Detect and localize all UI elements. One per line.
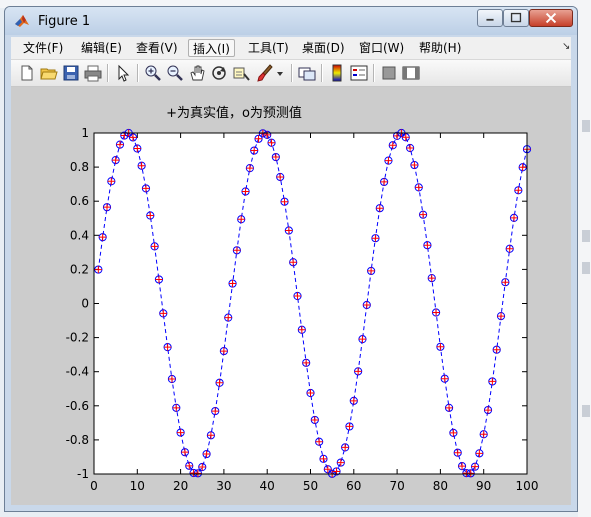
link-plot-icon[interactable] xyxy=(297,63,317,83)
figure-canvas: +为真实值，o为预测值 0 10 20 30 40 50 60 70 80 90 100 1 0.8 0.… xyxy=(11,87,571,505)
x-tick-label: 0 xyxy=(90,479,98,493)
menu-desktop[interactable]: 桌面(D) xyxy=(298,39,349,57)
close-icon xyxy=(545,12,557,24)
y-tick-label: 0.4 xyxy=(70,228,89,242)
menu-window[interactable]: 窗口(W) xyxy=(355,39,408,57)
show-plot-tools-icon[interactable] xyxy=(401,63,421,83)
hide-plot-tools-icon[interactable] xyxy=(379,63,399,83)
maximize-button[interactable] xyxy=(503,9,529,27)
x-tick-label: 40 xyxy=(260,479,275,493)
y-tick-label: 0 xyxy=(81,297,89,311)
figure-window: Figure 1 文件(F) 编辑(E) 查看(V) 插入(I) 工具(T) 桌… xyxy=(4,6,578,512)
menu-edit[interactable]: 编辑(E) xyxy=(77,39,126,57)
y-tick-label: -0.8 xyxy=(66,433,89,447)
new-figure-icon[interactable] xyxy=(17,63,37,83)
close-button[interactable] xyxy=(529,9,573,27)
open-folder-icon[interactable] xyxy=(39,63,59,83)
maximize-icon xyxy=(510,12,522,23)
toolbar-separator xyxy=(107,64,109,82)
data-cursor-icon[interactable] xyxy=(231,63,251,83)
x-tick-label: 50 xyxy=(303,479,318,493)
y-tick-label: -0.2 xyxy=(66,331,89,345)
minimize-icon xyxy=(486,18,494,21)
menu-overflow-icon[interactable]: ↘ xyxy=(562,41,570,52)
y-tick-label: -0.4 xyxy=(66,365,89,379)
x-tick-label: 90 xyxy=(476,479,491,493)
zoom-out-icon[interactable] xyxy=(165,63,185,83)
window-title: Figure 1 xyxy=(38,14,91,29)
background-mark xyxy=(582,262,590,274)
x-tick-label: 60 xyxy=(346,479,361,493)
rotate-3d-icon[interactable] xyxy=(209,63,229,83)
toolbar-separator xyxy=(291,64,293,82)
y-tick-label: 0.2 xyxy=(70,262,89,276)
y-tick-label: -0.6 xyxy=(66,399,89,413)
menu-help[interactable]: 帮助(H) xyxy=(415,39,465,57)
y-tick-label: 0.8 xyxy=(70,160,89,174)
x-tick-label: 10 xyxy=(130,479,145,493)
x-tick-label: 70 xyxy=(389,479,404,493)
pointer-icon[interactable] xyxy=(113,63,133,83)
y-tick-label: -1 xyxy=(77,467,89,481)
colorbar-icon[interactable] xyxy=(327,63,347,83)
background-window-edge xyxy=(578,0,591,517)
menu-file[interactable]: 文件(F) xyxy=(19,39,67,57)
toolbar-separator xyxy=(321,64,323,82)
menu-insert[interactable]: 插入(I) xyxy=(188,39,235,57)
x-tick-label: 30 xyxy=(216,479,231,493)
save-icon[interactable] xyxy=(61,63,81,83)
background-mark xyxy=(582,230,590,242)
background-mark xyxy=(582,120,590,132)
pan-hand-icon[interactable] xyxy=(187,63,207,83)
x-tick-label: 80 xyxy=(433,479,448,493)
brush-dropdown-icon[interactable] xyxy=(275,63,285,83)
brush-icon[interactable] xyxy=(255,63,275,83)
toolbar-separator xyxy=(137,64,139,82)
chart-title: +为真实值，o为预测值 xyxy=(166,105,302,121)
y-tick-label: 0.6 xyxy=(70,194,89,208)
legend-icon[interactable] xyxy=(349,63,369,83)
title-bar[interactable]: Figure 1 xyxy=(5,7,577,35)
axes-background xyxy=(94,133,527,474)
plot-area[interactable]: +为真实值，o为预测值 0 10 20 30 40 50 60 70 80 90 100 1 0.8 0.… xyxy=(11,87,571,505)
menu-bar: 文件(F) 编辑(E) 查看(V) 插入(I) 工具(T) 桌面(D) 窗口(W… xyxy=(11,37,571,60)
x-tick-label: 100 xyxy=(516,479,539,493)
menu-tools[interactable]: 工具(T) xyxy=(244,39,293,57)
menu-view[interactable]: 查看(V) xyxy=(132,39,182,57)
figure-toolbar xyxy=(11,60,571,87)
minimize-button[interactable] xyxy=(477,9,503,27)
zoom-in-icon[interactable] xyxy=(143,63,163,83)
print-icon[interactable] xyxy=(83,63,103,83)
background-mark xyxy=(582,405,590,417)
y-tick-label: 1 xyxy=(81,126,89,140)
matlab-logo-icon xyxy=(15,15,29,27)
toolbar-separator xyxy=(373,64,375,82)
x-tick-label: 20 xyxy=(173,479,188,493)
